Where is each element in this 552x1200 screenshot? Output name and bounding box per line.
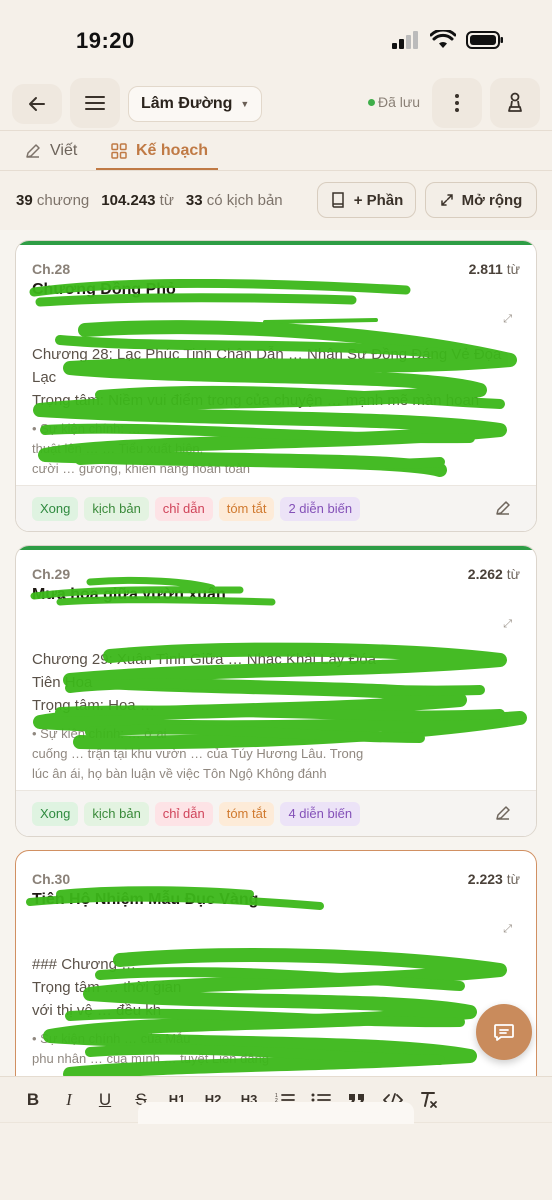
tag-summary: tóm tắt — [218, 496, 275, 521]
tag-guide: chỉ dẫn — [154, 496, 213, 521]
chapters-stat: 39 chương — [16, 192, 90, 209]
add-part-button[interactable]: + Phần — [317, 182, 416, 218]
chapter-title: Mưa hoa giữa vườn xuân — [32, 586, 226, 603]
wifi-icon — [430, 30, 456, 48]
top-bar — [0, 78, 552, 130]
tabs-divider — [0, 170, 552, 171]
expand-icon[interactable]: ⤢ — [503, 923, 512, 936]
chapter-title: Tiên Hộ Nhiệm Mẫu Đục Vàng — [32, 891, 259, 908]
tag-done: Xong — [32, 496, 79, 521]
chapter-number: Ch.30 — [32, 871, 71, 887]
tab-plan-label: Kế hoạch — [136, 142, 209, 159]
chat-fab-button[interactable] — [476, 1004, 532, 1060]
clear-format-icon — [421, 1091, 437, 1108]
edit-icon[interactable] — [494, 804, 512, 822]
more-vertical-icon — [455, 94, 459, 112]
tag-developments: 4 diễn biến — [280, 801, 361, 826]
tag-script: kịch bản — [84, 801, 149, 826]
tag-developments: 2 diễn biến — [280, 496, 361, 521]
expand-arrows-icon — [440, 194, 453, 206]
tag-script: kịch bản — [84, 496, 149, 521]
chapter-summary: Chương 29: Xuân Tình Giữa … Nhạc Khải Lấ… — [32, 651, 376, 714]
chapter-events: • Sự kiện chính: … thuật lên … … Tiểu xu… — [32, 421, 251, 476]
tab-write-label: Viết — [50, 142, 78, 159]
chapter-events: • Sự kiện chính: … ở ai cuống … trận tại… — [32, 726, 364, 781]
chapter-word-count: 2.223 từ — [467, 871, 520, 887]
expand-icon[interactable]: ⤢ — [503, 618, 512, 631]
chapter-number: Ch.28 — [32, 261, 71, 277]
cellular-signal-icon — [392, 31, 418, 49]
chapter-card[interactable]: Ch.30 2.223 từ Tiên Hộ Nhiệm Mẫu Đục Vàn… — [15, 850, 537, 1090]
expand-icon[interactable]: ⤢ — [503, 313, 512, 326]
chapter-summary: Chương 28: Lạc Phúc Tinh Chân Dẫn … Nhân… — [32, 346, 502, 409]
status-bar-done — [16, 546, 536, 550]
chapter-tags: Xong kịch bản chỉ dẫn tóm tắt 4 diễn biế… — [16, 790, 536, 836]
tag-guide: chỉ dẫn — [154, 801, 213, 826]
arrow-left-icon — [29, 97, 45, 111]
more-options-button[interactable] — [432, 78, 482, 128]
edit-icon[interactable] — [494, 499, 512, 517]
tab-write[interactable]: Viết — [24, 142, 77, 160]
chapter-card[interactable]: Ch.28 2.811 từ Chương Đồng Phỏ ⤢ Chương … — [15, 240, 537, 532]
scripts-stat: 33 có kịch bản — [185, 192, 283, 209]
bottom-area — [0, 1122, 552, 1200]
chapter-title: Chương Đồng Phỏ — [32, 281, 176, 298]
expand-label: Mở rộng — [461, 191, 523, 209]
chapter-events: • Sự kiện chính … của Mẫu phu nhân … của… — [32, 1031, 270, 1066]
stats-row: 39 chương 104.243 từ 33 có kịch bản — [16, 192, 283, 209]
document-name: Lâm Đường — [141, 95, 233, 112]
status-bar: 19:20 — [0, 0, 552, 80]
chapter-number: Ch.29 — [32, 566, 71, 582]
header-divider — [0, 130, 552, 131]
bold-button[interactable]: B — [22, 1090, 44, 1110]
chapter-card[interactable]: Ch.29 2.262 từ Mưa hoa giữa vườn xuân ⤢ … — [15, 545, 537, 837]
chapter-word-count: 2.262 từ — [467, 566, 520, 582]
menu-button[interactable] — [70, 78, 120, 128]
chat-bubble-icon — [494, 1024, 514, 1041]
bottom-sheet-handle — [138, 1102, 414, 1124]
saved-label: Đã lưu — [378, 94, 421, 110]
underline-button[interactable]: U — [94, 1090, 116, 1110]
battery-icon — [466, 31, 503, 49]
chess-pawn-icon — [508, 92, 522, 112]
caret-down-icon: ▼ — [240, 99, 250, 109]
pencil-icon — [26, 144, 40, 158]
words-stat: 104.243 từ — [101, 192, 174, 209]
chapter-tags: Xong kịch bản chỉ dẫn tóm tắt 2 diễn biế… — [16, 485, 536, 531]
back-button[interactable] — [12, 84, 62, 124]
saved-dot-icon — [368, 98, 375, 106]
status-icons — [392, 30, 504, 50]
tag-summary: tóm tắt — [218, 801, 275, 826]
clear-format-button[interactable] — [418, 1091, 440, 1109]
add-part-label: + Phần — [353, 191, 404, 209]
status-bar-done — [16, 241, 536, 245]
chapter-summary: ### Chương … Trọng tâm … thời gian với t… — [32, 956, 182, 1019]
hamburger-menu-icon — [85, 96, 105, 110]
character-button[interactable] — [490, 78, 540, 128]
expand-button[interactable]: Mở rộng — [425, 182, 537, 218]
grid-icon — [111, 143, 127, 159]
chapter-word-count: 2.811 từ — [468, 261, 520, 277]
tab-plan[interactable]: Kế hoạch — [110, 142, 208, 160]
tag-done: Xong — [32, 801, 79, 826]
italic-button[interactable]: I — [58, 1090, 80, 1110]
book-icon — [331, 192, 344, 208]
status-time: 19:20 — [76, 28, 135, 53]
save-status: Đã lưu — [368, 94, 420, 110]
document-selector[interactable]: Lâm Đường ▼ — [128, 86, 263, 122]
